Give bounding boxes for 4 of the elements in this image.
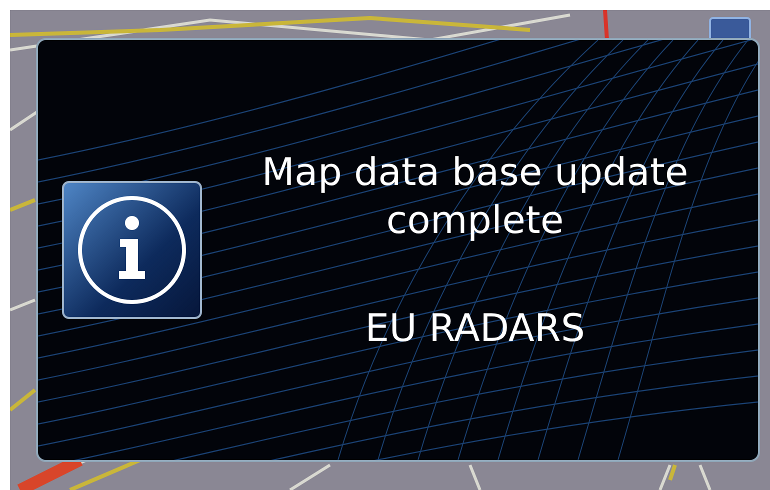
message-text: Map data base update — [262, 149, 688, 196]
info-icon — [62, 181, 202, 319]
message-text: complete — [386, 197, 564, 244]
detail-text: EU RADARS — [365, 305, 585, 352]
